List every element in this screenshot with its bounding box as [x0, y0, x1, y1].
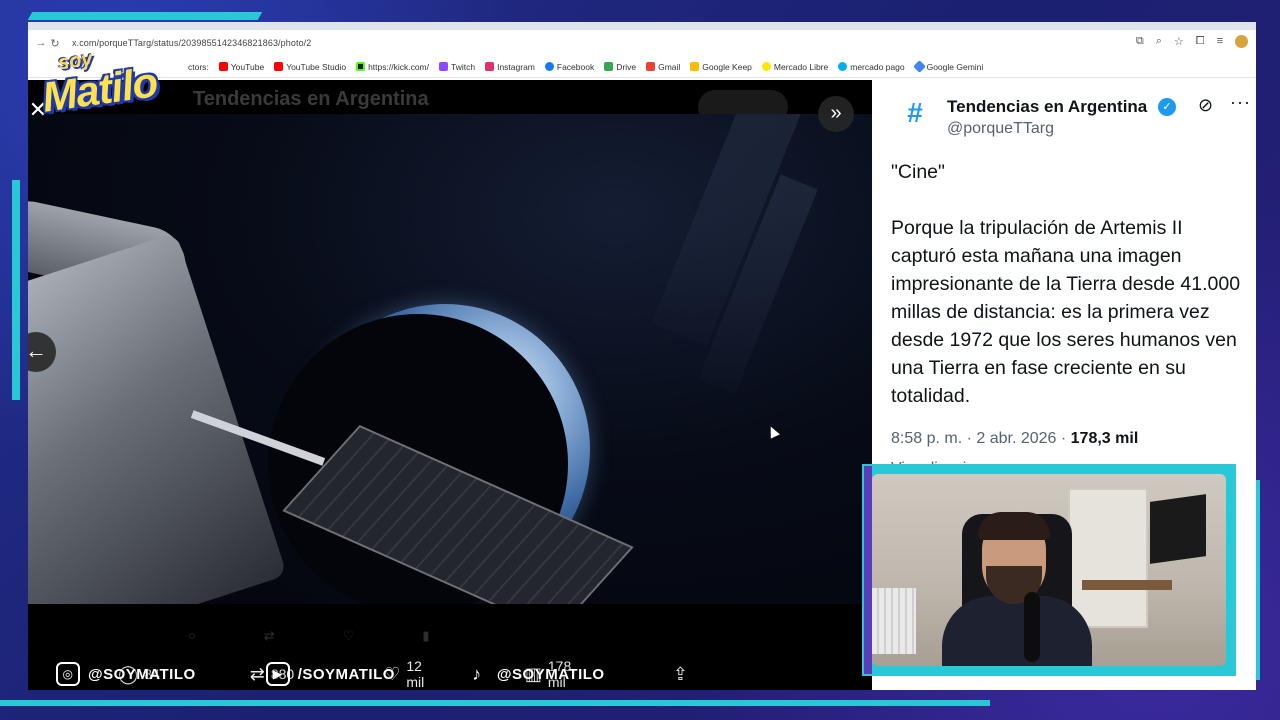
expand-icon[interactable]: »	[818, 96, 854, 132]
bookmark-twitch[interactable]: Twitch	[439, 62, 475, 72]
tweet-paragraph: Porque la tripulación de Artemis II capt…	[891, 217, 1241, 407]
social-tiktok: ♪ @SOYMATILO	[465, 662, 605, 686]
reading-list-icon[interactable]: ≡	[1217, 35, 1223, 48]
tweet-text: "Cine" Porque la tripulación de Artemis …	[891, 158, 1241, 438]
bookmark-youtube-studio[interactable]: YouTube Studio	[274, 62, 346, 72]
grok-icon[interactable]: ⊘	[1198, 95, 1213, 116]
address-bar[interactable]: → ↻ x.com/porqueTTarg/status/20398551423…	[28, 30, 1256, 56]
cam-person-hair	[978, 512, 1050, 540]
faded-repost-icon: ⇄	[263, 628, 275, 643]
faded-reply-icon: ○	[188, 628, 196, 643]
reload-icon[interactable]: ↻	[48, 37, 62, 50]
social-instagram: ◎ @SOYMATILO	[56, 662, 196, 686]
more-options-icon[interactable]: ···	[1230, 92, 1251, 113]
bookmarks-bar: ctors: YouTube YouTube Studio https://ki…	[28, 56, 1256, 78]
tab-bar	[28, 22, 1256, 30]
author-handle[interactable]: @porqueTTarg	[947, 120, 1054, 138]
bookmark-instagram[interactable]: Instagram	[485, 62, 535, 72]
keep-icon	[690, 62, 700, 71]
profile-avatar[interactable]	[1235, 35, 1248, 48]
mercado-libre-icon	[761, 62, 771, 71]
cam-table	[1082, 580, 1172, 590]
frame-stripe-bottom	[0, 700, 990, 706]
tiktok-icon: ♪	[472, 663, 482, 684]
author-avatar[interactable]: #	[898, 96, 932, 130]
kick-icon	[356, 62, 366, 71]
gemini-icon	[912, 60, 926, 73]
instagram-icon: ◎	[56, 662, 80, 686]
tweet-paragraph: "Cine"	[891, 161, 945, 183]
mercado-pago-icon	[838, 62, 848, 71]
faded-action-row: ○ ⇄ ♡ ▮	[188, 628, 430, 644]
forward-icon[interactable]: →	[34, 37, 48, 49]
media-viewer: Tendencias en Argentina ✕ » ← ○ ⇄ ♡ ▮ ◯ 8…	[28, 80, 872, 690]
share-icon: ⇪	[672, 663, 688, 684]
bookmark-gmail[interactable]: Gmail	[646, 62, 680, 72]
social-handles: ◎ @SOYMATILO ▶/SOYMATILO ♪ @SOYMATILO	[56, 662, 605, 686]
bookmark-kick[interactable]: https://kick.com/	[356, 62, 429, 72]
star-icon[interactable]: ☆	[1174, 35, 1184, 48]
viewer-ghost-title: Tendencias en Argentina	[193, 88, 429, 110]
bookmark-mercado-libre[interactable]: Mercado Libre	[761, 62, 828, 72]
bookmark-google-keep[interactable]: Google Keep	[690, 62, 752, 72]
bookmark-google-gemini[interactable]: Google Gemini	[912, 60, 983, 73]
tweet-timestamp: 8:58 p. m. · 2 abr. 2026 · 178,3 mil	[891, 430, 1139, 447]
youtube-icon	[218, 62, 228, 71]
cam-tv	[1150, 494, 1206, 564]
gmail-icon	[646, 62, 656, 71]
url-text[interactable]: x.com/porqueTTarg/status/203985514234682…	[72, 38, 311, 48]
cam-person-body	[942, 596, 1092, 666]
cam-door	[1068, 488, 1148, 628]
instagram-icon	[485, 62, 495, 71]
webcam-feed	[872, 474, 1226, 666]
earth-photo	[28, 114, 872, 604]
twitch-icon	[439, 62, 448, 71]
frame-stripe-top	[27, 12, 263, 20]
zoom-icon[interactable]: ⌕	[1156, 35, 1162, 48]
facebook-icon	[544, 62, 554, 71]
bookmark-facebook[interactable]: Facebook	[544, 62, 594, 72]
verified-badge-icon: ✓	[1158, 98, 1176, 116]
toolbar-icons: ⧉ ⌕ ☆ ⧠ ≡	[1136, 35, 1248, 48]
install-icon[interactable]: ⧉	[1136, 35, 1144, 48]
faded-views-icon: ▮	[422, 628, 430, 643]
bookmark-youtube[interactable]: YouTube	[218, 62, 264, 72]
orion-capsule	[28, 232, 288, 604]
bookmark-mercado-pago[interactable]: mercado pago	[838, 62, 905, 72]
soymatilo-logo: soy Matilo	[39, 47, 160, 121]
author-name[interactable]: Tendencias en Argentina	[947, 97, 1147, 117]
webcam-frame-accent	[864, 466, 872, 674]
frame-stripe-left	[12, 180, 20, 400]
drive-icon	[604, 62, 614, 71]
share-button[interactable]: ⇪	[673, 664, 688, 685]
youtube-studio-icon	[274, 62, 284, 71]
youtube-icon: ▶	[265, 662, 290, 686]
social-youtube: ▶/SOYMATILO	[265, 662, 395, 686]
bookmark-drive[interactable]: Drive	[604, 62, 636, 72]
microphone	[1024, 592, 1040, 662]
extensions-icon[interactable]: ⧠	[1196, 35, 1205, 48]
faded-like-icon: ♡	[342, 628, 355, 643]
cam-radiator	[872, 588, 916, 654]
